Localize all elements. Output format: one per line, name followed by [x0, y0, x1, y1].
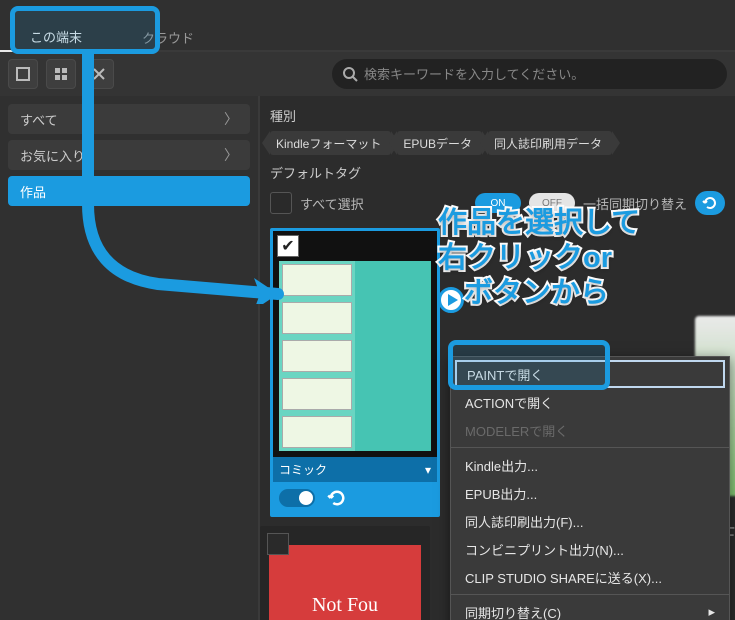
menu-sync-toggle-label: 同期切り替え(C) — [465, 603, 561, 620]
sidebar-item-label: お気に入り — [20, 146, 85, 165]
chevron-right-icon: 〉 — [224, 109, 238, 129]
menu-open-action[interactable]: ACTIONで開く — [451, 388, 729, 416]
card-title-row: コミック ▾ — [273, 457, 437, 482]
annotation-text: 作品を選択して 右クリックor ボタンから — [438, 206, 640, 313]
tab-cloud[interactable]: クラウド — [112, 22, 224, 52]
close-icon — [92, 67, 106, 81]
card-controls — [273, 482, 437, 514]
top-toolbar — [0, 52, 735, 96]
select-all-label: すべて選択 — [300, 194, 364, 213]
card-thumbnail — [279, 261, 431, 451]
sync-icon[interactable] — [327, 488, 347, 508]
grid-icon — [54, 67, 68, 81]
menu-open-paint[interactable]: PAINTで開く — [455, 360, 725, 388]
menu-open-modeler: MODELERで開く — [451, 416, 729, 444]
sidebar-item-label: 作品 — [20, 182, 46, 201]
annotation-line1: 作品を選択して — [438, 206, 640, 241]
tab-local-device[interactable]: この端末 — [0, 22, 112, 52]
toolbar-button-1[interactable] — [8, 59, 38, 89]
type-chips: Kindleフォーマット EPUBデータ 同人誌印刷用データ — [270, 131, 725, 155]
toolbar-button-2[interactable] — [46, 59, 76, 89]
search-input[interactable] — [364, 67, 717, 82]
menu-convenience-print[interactable]: コンビニプリント出力(N)... — [451, 535, 729, 563]
square-icon — [16, 67, 30, 81]
menu-separator — [451, 447, 729, 448]
play-icon — [438, 287, 464, 313]
menu-sync-toggle[interactable]: 同期切り替え(C) ▸ — [451, 598, 729, 620]
card-title: コミック — [279, 461, 327, 478]
chip-epub[interactable]: EPUBデータ — [397, 131, 482, 155]
sidebar-item-label: すべて — [20, 110, 58, 129]
menu-separator — [451, 594, 729, 595]
annotation-line3: ボタンから — [438, 276, 640, 313]
chevron-right-icon: 〉 — [224, 145, 238, 165]
location-tabs: この端末 クラウド — [0, 0, 735, 52]
work-card-comic[interactable]: ✔ コミック ▾ — [270, 228, 440, 517]
card-checkbox[interactable] — [267, 533, 289, 555]
submenu-arrow-icon: ▸ — [708, 604, 715, 620]
sync-icon — [702, 195, 718, 211]
menu-doujin-export[interactable]: 同人誌印刷出力(F)... — [451, 507, 729, 535]
menu-epub-export[interactable]: EPUB出力... — [451, 479, 729, 507]
select-all-checkbox[interactable] — [270, 192, 292, 214]
sidebar-item-all[interactable]: すべて 〉 — [8, 104, 250, 134]
default-tag-label: デフォルトタグ — [270, 163, 725, 182]
card-checkbox[interactable]: ✔ — [277, 235, 299, 257]
sidebar: すべて 〉 お気に入り 〉 作品 — [0, 96, 260, 620]
chip-doujin[interactable]: 同人誌印刷用データ — [488, 131, 612, 155]
type-label: 種別 — [270, 106, 725, 125]
bulk-sync-button[interactable] — [695, 191, 725, 215]
search-bar[interactable] — [332, 59, 727, 89]
search-icon — [342, 66, 358, 82]
work-card-notfound[interactable]: Not Fou — [260, 526, 430, 620]
card-thumbnail-notfound: Not Fou — [269, 545, 421, 620]
sidebar-item-favorites[interactable]: お気に入り 〉 — [8, 140, 250, 170]
chevron-down-icon[interactable]: ▾ — [425, 463, 431, 477]
context-menu: PAINTで開く ACTIONで開く MODELERで開く Kindle出力..… — [450, 356, 730, 620]
annotation-line2: 右クリックor — [438, 241, 640, 276]
chip-kindle[interactable]: Kindleフォーマット — [270, 131, 391, 155]
menu-clip-studio-share[interactable]: CLIP STUDIO SHAREに送る(X)... — [451, 563, 729, 591]
toolbar-button-3[interactable] — [84, 59, 114, 89]
sidebar-item-works[interactable]: 作品 — [8, 176, 250, 206]
card-toggle[interactable] — [279, 489, 315, 507]
menu-kindle-export[interactable]: Kindle出力... — [451, 451, 729, 479]
